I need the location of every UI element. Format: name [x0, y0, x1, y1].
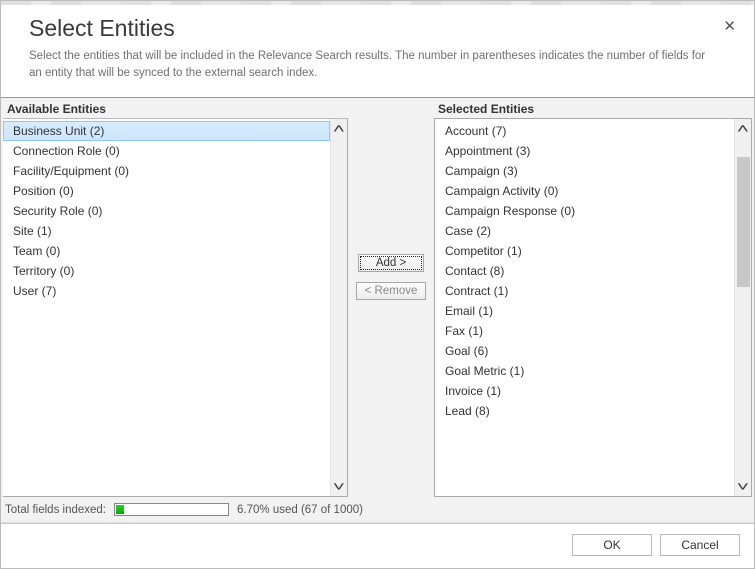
list-item[interactable]: User (7)	[3, 281, 330, 301]
transfer-buttons: Add > < Remove	[348, 98, 434, 498]
list-item[interactable]: Connection Role (0)	[3, 141, 330, 161]
dialog-title: Select Entities	[29, 15, 726, 42]
progress-fill	[116, 505, 124, 514]
list-item[interactable]: Fax (1)	[435, 321, 734, 341]
available-column: Available Entities Business Unit (2)Conn…	[1, 98, 348, 498]
list-item[interactable]: Territory (0)	[3, 261, 330, 281]
add-button[interactable]: Add >	[358, 254, 424, 272]
select-entities-dialog: ✕ Select Entities Select the entities th…	[0, 0, 755, 569]
selected-listbox[interactable]: Account (7)Appointment (3)Campaign (3)Ca…	[434, 118, 752, 498]
scroll-down-icon[interactable]: ˅	[333, 480, 345, 493]
list-item[interactable]: Site (1)	[3, 221, 330, 241]
status-row: Total fields indexed: 6.70% used (67 of …	[1, 497, 754, 522]
scroll-down-icon[interactable]: ˅	[737, 480, 749, 493]
list-item[interactable]: Team (0)	[3, 241, 330, 261]
dialog-footer: OK Cancel	[1, 523, 754, 568]
list-item[interactable]: Goal (6)	[435, 341, 734, 361]
selected-label: Selected Entities	[434, 98, 752, 118]
scroll-thumb[interactable]	[737, 157, 750, 287]
list-item[interactable]: Contact (8)	[435, 261, 734, 281]
dialog-header: ✕ Select Entities Select the entities th…	[1, 5, 754, 97]
list-item[interactable]: Lead (8)	[435, 401, 734, 421]
dialog-body: Available Entities Business Unit (2)Conn…	[1, 98, 754, 498]
selected-column: Selected Entities Account (7)Appointment…	[434, 98, 754, 498]
scrollbar-available[interactable]: ˄ ˅	[330, 119, 347, 497]
available-label: Available Entities	[3, 98, 348, 118]
cancel-button[interactable]: Cancel	[660, 534, 740, 556]
ok-button[interactable]: OK	[572, 534, 652, 556]
scrollbar-selected[interactable]: ˄ ˅	[734, 119, 751, 497]
scroll-up-icon[interactable]: ˄	[737, 122, 749, 135]
list-item[interactable]: Competitor (1)	[435, 241, 734, 261]
status-label: Total fields indexed:	[5, 504, 106, 516]
list-item[interactable]: Appointment (3)	[435, 141, 734, 161]
list-item[interactable]: Account (7)	[435, 121, 734, 141]
list-item[interactable]: Campaign Response (0)	[435, 201, 734, 221]
list-item[interactable]: Goal Metric (1)	[435, 361, 734, 381]
close-icon[interactable]: ✕	[723, 17, 736, 35]
list-item[interactable]: Campaign Activity (0)	[435, 181, 734, 201]
list-item[interactable]: Invoice (1)	[435, 381, 734, 401]
list-item[interactable]: Facility/Equipment (0)	[3, 161, 330, 181]
list-item[interactable]: Security Role (0)	[3, 201, 330, 221]
list-item[interactable]: Position (0)	[3, 181, 330, 201]
progress-bar	[114, 503, 229, 516]
list-item[interactable]: Business Unit (2)	[3, 121, 330, 141]
available-listbox[interactable]: Business Unit (2)Connection Role (0)Faci…	[3, 118, 348, 498]
list-item[interactable]: Contract (1)	[435, 281, 734, 301]
remove-button[interactable]: < Remove	[356, 282, 427, 300]
list-item[interactable]: Campaign (3)	[435, 161, 734, 181]
dialog-description: Select the entities that will be include…	[29, 48, 709, 83]
list-item[interactable]: Case (2)	[435, 221, 734, 241]
scroll-up-icon[interactable]: ˄	[333, 122, 345, 135]
status-text: 6.70% used (67 of 1000)	[237, 504, 363, 516]
list-item[interactable]: Email (1)	[435, 301, 734, 321]
